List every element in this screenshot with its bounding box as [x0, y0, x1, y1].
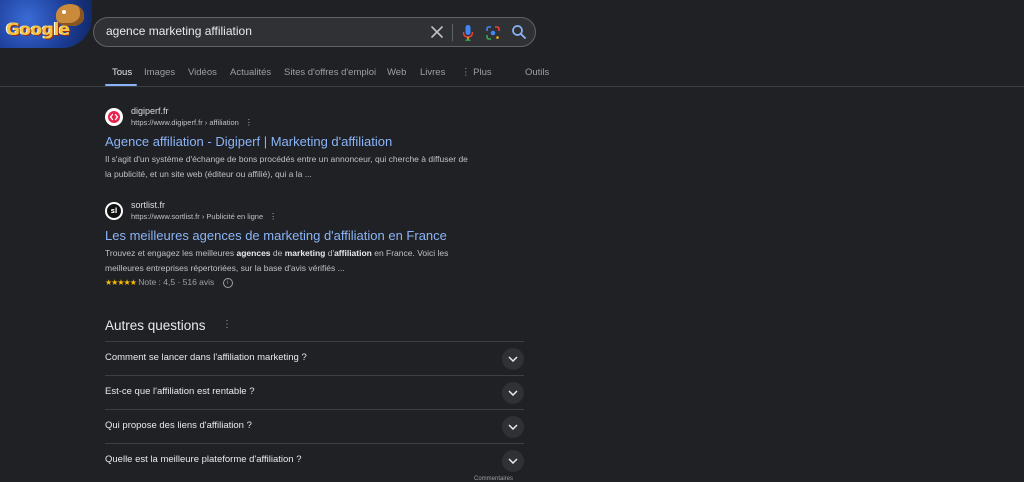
paa-question[interactable]: Comment se lancer dans l'affiliation mar…	[105, 341, 524, 375]
url-text: https://www.digiperf.fr › affiliation	[131, 118, 239, 127]
tab-actualites[interactable]: Actualités	[230, 67, 271, 78]
snippet-text: d'	[325, 248, 335, 258]
rating-row: ★★★★★ Note : 4,5 · 516 avis i	[105, 277, 233, 288]
search-result: digiperf.fr https://www.digiperf.fr › af…	[105, 106, 525, 186]
search-result: sl sortlist.fr https://www.sortlist.fr ›…	[105, 200, 525, 292]
tab-videos[interactable]: Vidéos	[188, 67, 217, 78]
google-lens-icon[interactable]	[485, 25, 501, 41]
more-options-icon[interactable]: ⋮	[222, 319, 232, 330]
google-doodle-logo[interactable]: Google	[0, 0, 92, 48]
site-url: https://www.digiperf.fr › affiliation ⋮	[131, 118, 253, 127]
snippet-line: meilleures entreprises répertoriées, sur…	[105, 263, 345, 273]
paa-title: Autres questions	[105, 318, 206, 333]
sortlist-logo-text: sl	[107, 204, 121, 218]
search-tabs: Tous Images Vidéos Actualités Sites d'of…	[0, 62, 1024, 87]
paa-question[interactable]: Est-ce que l'affiliation est rentable ?	[105, 375, 524, 409]
chevron-down-icon[interactable]	[502, 416, 524, 438]
result-title-link[interactable]: Les meilleures agences de marketing d'af…	[105, 228, 447, 243]
logo-text: Google	[6, 20, 70, 40]
chevron-down-icon[interactable]	[502, 348, 524, 370]
site-name: digiperf.fr	[131, 106, 169, 116]
chevron-down-icon[interactable]	[502, 450, 524, 472]
feedback-link[interactable]: Commentaires	[474, 476, 513, 482]
search-box[interactable]	[93, 17, 536, 47]
paa-question-text: Quelle est la meilleure plateforme d'aff…	[105, 454, 302, 465]
site-url: https://www.sortlist.fr › Publicité en l…	[131, 212, 277, 221]
tab-tous[interactable]: Tous	[112, 67, 132, 78]
snippet-line: Il s'agit d'un système d'échange de bons…	[105, 154, 468, 164]
site-name: sortlist.fr	[131, 200, 166, 210]
snippet-text: de	[270, 248, 285, 258]
snippet-highlight: agences	[236, 248, 271, 258]
info-icon[interactable]: i	[222, 277, 233, 288]
close-icon[interactable]	[430, 25, 444, 39]
tab-livres[interactable]: Livres	[420, 67, 445, 78]
search-divider	[452, 24, 453, 41]
rating-text: Note : 4,5 · 516 avis	[138, 277, 215, 287]
tab-plus[interactable]: ⋮ Plus	[461, 67, 492, 78]
tab-outils[interactable]: Outils	[525, 67, 549, 78]
more-options-icon[interactable]: ⋮	[269, 212, 277, 221]
snippet-highlight: marketing	[284, 248, 326, 258]
paa-question[interactable]: Qui propose des liens d'affiliation ?	[105, 409, 524, 443]
rating-stars-icon: ★★★★★	[105, 278, 137, 287]
digiperf-favicon-icon	[105, 108, 123, 126]
paa-question-text: Est-ce que l'affiliation est rentable ?	[105, 386, 255, 397]
tab-images[interactable]: Images	[144, 67, 175, 78]
result-snippet: Trouvez et engagez les meilleures agence…	[105, 246, 505, 276]
paa-question-text: Qui propose des liens d'affiliation ?	[105, 420, 252, 431]
paa-question[interactable]: Quelle est la meilleure plateforme d'aff…	[105, 443, 524, 476]
snippet-text: en France. Voici les	[371, 248, 449, 258]
search-input[interactable]	[106, 24, 406, 38]
snippet-line: Trouvez et engagez les meilleures agence…	[105, 246, 505, 261]
sortlist-favicon-icon: sl	[105, 202, 123, 220]
tabs-divider	[0, 86, 1024, 87]
microphone-icon[interactable]	[461, 24, 475, 42]
paa-question-text: Comment se lancer dans l'affiliation mar…	[105, 352, 307, 363]
result-title-link[interactable]: Agence affiliation - Digiperf | Marketin…	[105, 134, 392, 149]
snippet-line: la publicité, et un site web (éditeur ou…	[105, 169, 312, 179]
tab-web[interactable]: Web	[387, 67, 406, 78]
result-snippet: Il s'agit d'un système d'échange de bons…	[105, 152, 505, 182]
search-icon[interactable]	[511, 24, 527, 40]
chevron-down-icon[interactable]	[502, 382, 524, 404]
more-options-icon[interactable]: ⋮	[245, 118, 253, 127]
snippet-highlight: affiliation	[334, 248, 372, 258]
url-text: https://www.sortlist.fr › Publicité en l…	[131, 212, 264, 221]
tab-offres-emploi[interactable]: Sites d'offres d'emploi	[284, 67, 376, 78]
snippet-text: Trouvez et engagez les meilleures	[105, 248, 237, 258]
